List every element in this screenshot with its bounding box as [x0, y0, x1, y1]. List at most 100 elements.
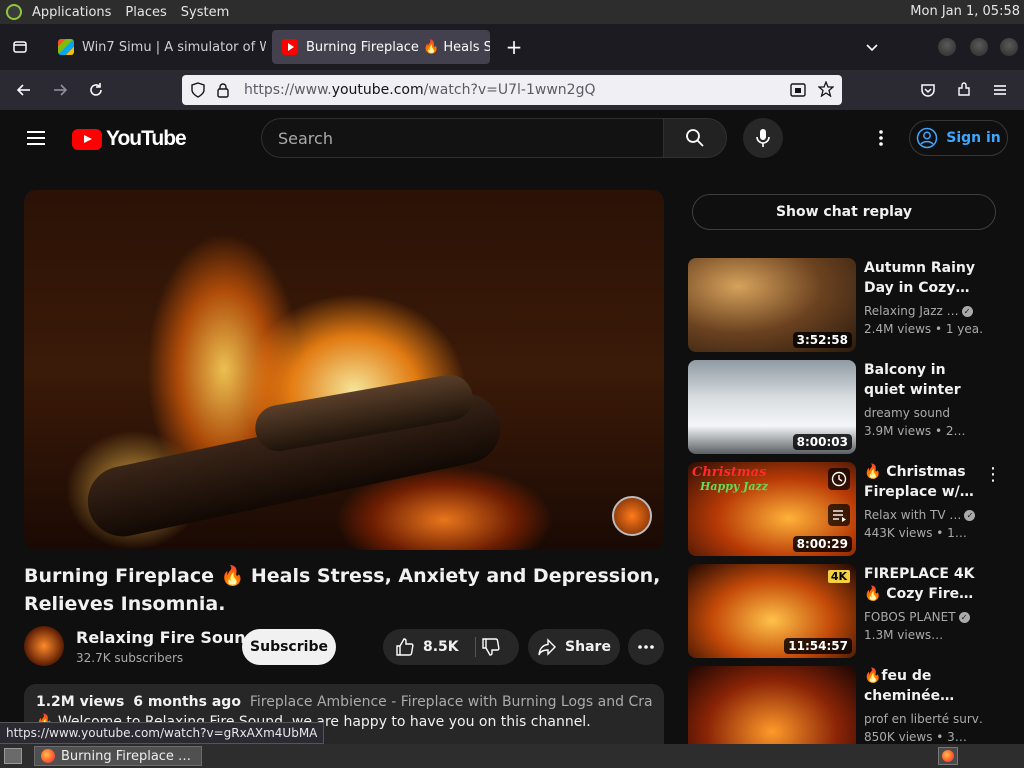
close-window-button[interactable]: [1000, 38, 1018, 56]
video-player[interactable]: [24, 190, 664, 550]
system-menu[interactable]: System: [181, 5, 229, 20]
recommendation-meta: 1.3M views…: [864, 628, 944, 642]
recommendation-item[interactable]: Christmas Happy Jazz 8:00:29 🔥 Christmas …: [688, 462, 1008, 556]
recommendation-item[interactable]: 8:00:03 Balcony in quiet winter mountain…: [688, 360, 1008, 454]
recommendation-channel[interactable]: prof en liberté surv…: [864, 712, 984, 726]
new-tab-button[interactable]: +: [500, 33, 528, 61]
video-thumbnail[interactable]: Christmas Happy Jazz 8:00:29: [688, 462, 856, 556]
applications-menu[interactable]: Applications: [32, 5, 111, 20]
recommendation-item[interactable]: 4K 11:54:57 FIREPLACE 4K 🔥 Cozy Fire… FO…: [688, 564, 1008, 658]
channel-name[interactable]: Relaxing Fire Sound: [76, 628, 257, 647]
search-button[interactable]: [663, 118, 727, 158]
recommendation-meta: 443K views • 1…: [864, 526, 967, 540]
lock-icon[interactable]: [216, 82, 230, 102]
recommendation-title[interactable]: FIREPLACE 4K 🔥 Cozy Fire…: [864, 564, 982, 604]
dislike-button[interactable]: [481, 637, 501, 661]
minimize-window-button[interactable]: [938, 38, 956, 56]
browser-nav-bar: https://www.youtube.com/watch?v=U7l-1wwn…: [0, 70, 1024, 110]
verified-check-icon: ✓: [961, 306, 973, 317]
search-input[interactable]: Search: [261, 118, 664, 158]
channel-avatar[interactable]: [24, 626, 64, 666]
firefox-icon: [41, 749, 55, 763]
view-count: 1.2M views: [36, 694, 125, 710]
search-icon: [686, 129, 704, 147]
recommendation-title[interactable]: Balcony in quiet winter mountain…: [864, 360, 982, 400]
tab-youtube-fireplace[interactable]: Burning Fireplace 🔥 Heals S ✕: [272, 30, 490, 64]
reader-view-icon[interactable]: [790, 82, 806, 102]
firefox-view-icon[interactable]: [6, 33, 34, 61]
youtube-logo[interactable]: YouTube: [72, 127, 187, 151]
video-title: Burning Fireplace 🔥 Heals Stress, Anxiet…: [24, 565, 661, 615]
youtube-icon: [282, 39, 298, 55]
taskbar: Burning Fireplace …: [0, 744, 1024, 768]
more-horizontal-icon: [638, 645, 654, 649]
recommendation-channel[interactable]: Relaxing Jazz … ✓: [864, 304, 984, 318]
recommendation-title[interactable]: 🔥feu de cheminée…: [864, 666, 982, 706]
watch-later-clock-icon[interactable]: [828, 468, 850, 490]
thumbs-up-icon: [396, 638, 414, 656]
url-text: https://www.youtube.com/watch?v=U7l-1wwn…: [244, 82, 596, 98]
duration-badge: 8:00:03: [792, 434, 852, 450]
like-divider: [475, 637, 476, 657]
workspace-switcher-icon[interactable]: [938, 747, 958, 765]
like-button[interactable]: 8.5K: [395, 637, 459, 657]
forward-arrow-icon[interactable]: [46, 76, 74, 104]
account-icon: [916, 127, 938, 149]
link-status-url: https://www.youtube.com/watch?v=gRxAXm4U…: [0, 722, 325, 744]
4k-badge: 4K: [827, 570, 850, 583]
browser-tab-strip: Win7 Simu | A simulator of W ✕ Burning F…: [0, 24, 1024, 70]
show-desktop-icon[interactable]: [4, 748, 22, 764]
maximize-window-button[interactable]: [970, 38, 988, 56]
places-menu[interactable]: Places: [125, 5, 166, 20]
youtube-play-logo-icon: [72, 128, 102, 150]
panel-clock[interactable]: Mon Jan 1, 05:58: [910, 4, 1020, 19]
duration-badge: 8:00:29: [792, 536, 852, 552]
shield-icon[interactable]: [190, 82, 206, 102]
upload-age: 6 months ago: [133, 694, 241, 710]
recommendation-channel[interactable]: dreamy sound: [864, 406, 984, 420]
hamburger-menu-icon[interactable]: [986, 76, 1014, 104]
recommendation-title[interactable]: Autumn Rainy Day in Cozy…: [864, 258, 982, 298]
recommendation-meta: 850K views • 3…: [864, 730, 967, 744]
share-arrow-icon: [538, 638, 557, 656]
show-chat-replay-button[interactable]: Show chat replay: [692, 194, 996, 230]
guide-menu-icon[interactable]: [24, 126, 48, 154]
share-button[interactable]: Share: [528, 629, 620, 665]
settings-kebab-icon[interactable]: [871, 128, 891, 152]
recommendation-item[interactable]: 3:52:58 Autumn Rainy Day in Cozy… Relaxi…: [688, 258, 1008, 352]
add-to-queue-icon[interactable]: [828, 504, 850, 526]
back-arrow-icon[interactable]: [10, 76, 38, 104]
tab-win7-simu[interactable]: Win7 Simu | A simulator of W ✕: [48, 30, 266, 64]
pocket-icon[interactable]: [914, 76, 942, 104]
more-actions-button[interactable]: [628, 629, 664, 665]
distro-logo-icon[interactable]: [6, 4, 22, 20]
duration-badge: 3:52:58: [792, 332, 852, 348]
list-all-tabs-icon[interactable]: [858, 33, 886, 61]
recommendation-item[interactable]: 🔥feu de cheminée… prof en liberté surv… …: [688, 666, 1008, 744]
recommendation-channel[interactable]: Relax with TV … ✓: [864, 508, 984, 522]
video-thumbnail[interactable]: 4K 11:54:57: [688, 564, 856, 658]
tab-title: Win7 Simu | A simulator of W: [82, 39, 266, 55]
video-thumbnail[interactable]: [688, 666, 856, 744]
sign-in-button[interactable]: Sign in: [909, 120, 1008, 156]
reload-icon[interactable]: [82, 76, 110, 104]
voice-search-button[interactable]: [743, 118, 783, 158]
description-tags[interactable]: Fireplace Ambience - Fireplace with Burn…: [250, 694, 652, 710]
bookmark-star-icon[interactable]: [817, 80, 835, 101]
recommendation-channel[interactable]: FOBOS PLANET ✓: [864, 610, 984, 624]
recommendation-title[interactable]: 🔥 Christmas Fireplace w/…: [864, 462, 982, 502]
thumbs-down-icon: [482, 638, 500, 656]
windows-icon: [58, 39, 74, 55]
channel-watermark-icon[interactable]: [612, 496, 652, 536]
extensions-icon[interactable]: [950, 76, 978, 104]
duration-badge: 11:54:57: [784, 638, 852, 654]
video-thumbnail[interactable]: 3:52:58: [688, 258, 856, 352]
url-bar[interactable]: https://www.youtube.com/watch?v=U7l-1wwn…: [182, 75, 842, 105]
subscribe-button[interactable]: Subscribe: [242, 629, 336, 665]
verified-check-icon: ✓: [964, 510, 976, 521]
recommendation-meta: 3.9M views • 2…: [864, 424, 966, 438]
recommendation-menu-icon[interactable]: ⋮: [984, 464, 1002, 485]
microphone-icon: [756, 129, 770, 147]
taskbar-window-item[interactable]: Burning Fireplace …: [34, 746, 202, 766]
video-thumbnail[interactable]: 8:00:03: [688, 360, 856, 454]
